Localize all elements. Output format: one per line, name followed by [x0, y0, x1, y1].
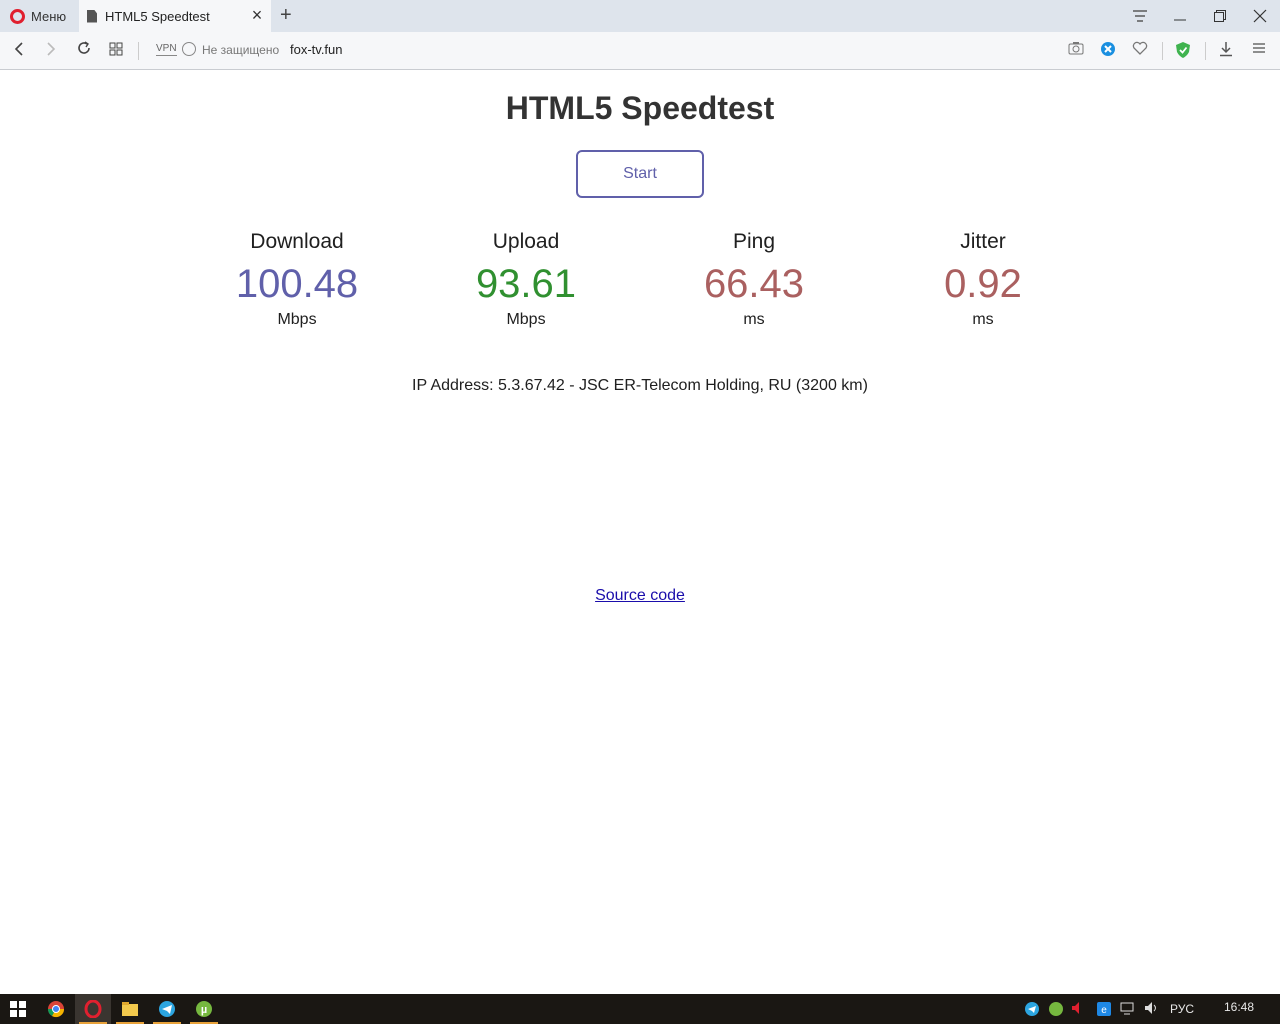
ping-meter: Ping 66.43 ms: [654, 230, 854, 329]
close-tab-icon[interactable]: ×: [249, 6, 265, 24]
speaker-tray-icon[interactable]: [1144, 1001, 1160, 1018]
opera-taskbar-icon[interactable]: [75, 994, 111, 1024]
download-meter: Download 100.48 Mbps: [197, 230, 397, 329]
divider: [1205, 42, 1206, 60]
utorrent-tray-icon[interactable]: [1048, 1001, 1064, 1020]
clock[interactable]: 16:48: [1224, 1000, 1254, 1014]
restore-button[interactable]: [1200, 0, 1240, 32]
heart-icon[interactable]: [1130, 41, 1150, 61]
tab-bar: Меню HTML5 Speedtest × +: [0, 0, 1280, 32]
meter-value: 100.48: [235, 262, 359, 306]
camera-icon[interactable]: [1066, 41, 1086, 61]
forward-button[interactable]: [40, 40, 62, 62]
source-code-container: Source code: [0, 587, 1280, 605]
meter-value: 93.61: [475, 262, 577, 306]
chrome-icon[interactable]: [38, 994, 74, 1024]
taskbar: µ e РУС 16:48: [0, 994, 1280, 1024]
meter-unit: Mbps: [506, 311, 546, 328]
divider: [1162, 42, 1163, 60]
utorrent-icon[interactable]: µ: [186, 994, 222, 1024]
back-button[interactable]: [8, 40, 30, 62]
tab-title: HTML5 Speedtest: [105, 8, 210, 24]
edge-tray-icon[interactable]: e: [1096, 1001, 1112, 1020]
file-explorer-icon[interactable]: [112, 994, 148, 1024]
meter-label: Ping: [732, 230, 776, 253]
speed-dial-icon[interactable]: [105, 40, 127, 62]
meter-unit: ms: [972, 311, 994, 328]
language-indicator[interactable]: РУС: [1170, 1002, 1194, 1016]
security-status[interactable]: Не защищено: [202, 43, 279, 57]
jitter-meter: Jitter 0.92 ms: [883, 230, 1083, 329]
windows-start-icon[interactable]: [0, 994, 36, 1024]
menu-label: Меню: [31, 8, 67, 24]
telegram-tray-icon[interactable]: [1024, 1001, 1040, 1020]
divider: [138, 42, 139, 60]
opera-logo-icon: [10, 8, 25, 24]
address-bar: VPN Не защищено fox-tv.fun: [0, 32, 1280, 70]
meter-label: Upload: [492, 230, 560, 253]
tab-menu-icon[interactable]: [1120, 0, 1160, 32]
page-content: HTML5 Speedtest Start Download 100.48 Mb…: [0, 70, 1280, 994]
close-window-button[interactable]: [1240, 0, 1280, 32]
minimize-button[interactable]: [1160, 0, 1200, 32]
reload-icon[interactable]: [73, 40, 95, 62]
source-code-link[interactable]: Source code: [595, 587, 685, 604]
meter-value: 66.43: [703, 262, 805, 306]
url-field[interactable]: fox-tv.fun: [290, 42, 343, 57]
start-button[interactable]: Start: [576, 150, 704, 198]
globe-icon[interactable]: [182, 42, 196, 56]
adblock-icon[interactable]: [1098, 41, 1118, 61]
telegram-icon[interactable]: [149, 994, 185, 1024]
svg-text:µ: µ: [201, 1004, 207, 1016]
shield-icon[interactable]: [1173, 41, 1193, 61]
meter-unit: ms: [743, 311, 765, 328]
new-tab-button[interactable]: +: [280, 4, 298, 26]
vpn-badge[interactable]: VPN: [156, 43, 177, 56]
network-tray-icon[interactable]: [1120, 1001, 1136, 1018]
ip-address-info: IP Address: 5.3.67.42 - JSC ER-Telecom H…: [412, 377, 868, 394]
meter-unit: Mbps: [277, 311, 317, 328]
easy-setup-icon[interactable]: [1249, 41, 1269, 61]
meter-label: Download: [250, 230, 344, 253]
page-title: HTML5 Speedtest: [505, 90, 775, 126]
tab-speedtest[interactable]: HTML5 Speedtest ×: [79, 0, 271, 32]
meter-value: 0.92: [944, 262, 1022, 306]
volume-muted-tray-icon[interactable]: [1071, 1001, 1085, 1018]
upload-meter: Upload 93.61 Mbps: [426, 230, 626, 329]
opera-menu-button[interactable]: Меню: [0, 0, 78, 32]
meter-label: Jitter: [960, 230, 1006, 253]
document-icon: [87, 9, 97, 23]
download-icon[interactable]: [1216, 41, 1236, 61]
svg-text:e: e: [1101, 1005, 1107, 1016]
